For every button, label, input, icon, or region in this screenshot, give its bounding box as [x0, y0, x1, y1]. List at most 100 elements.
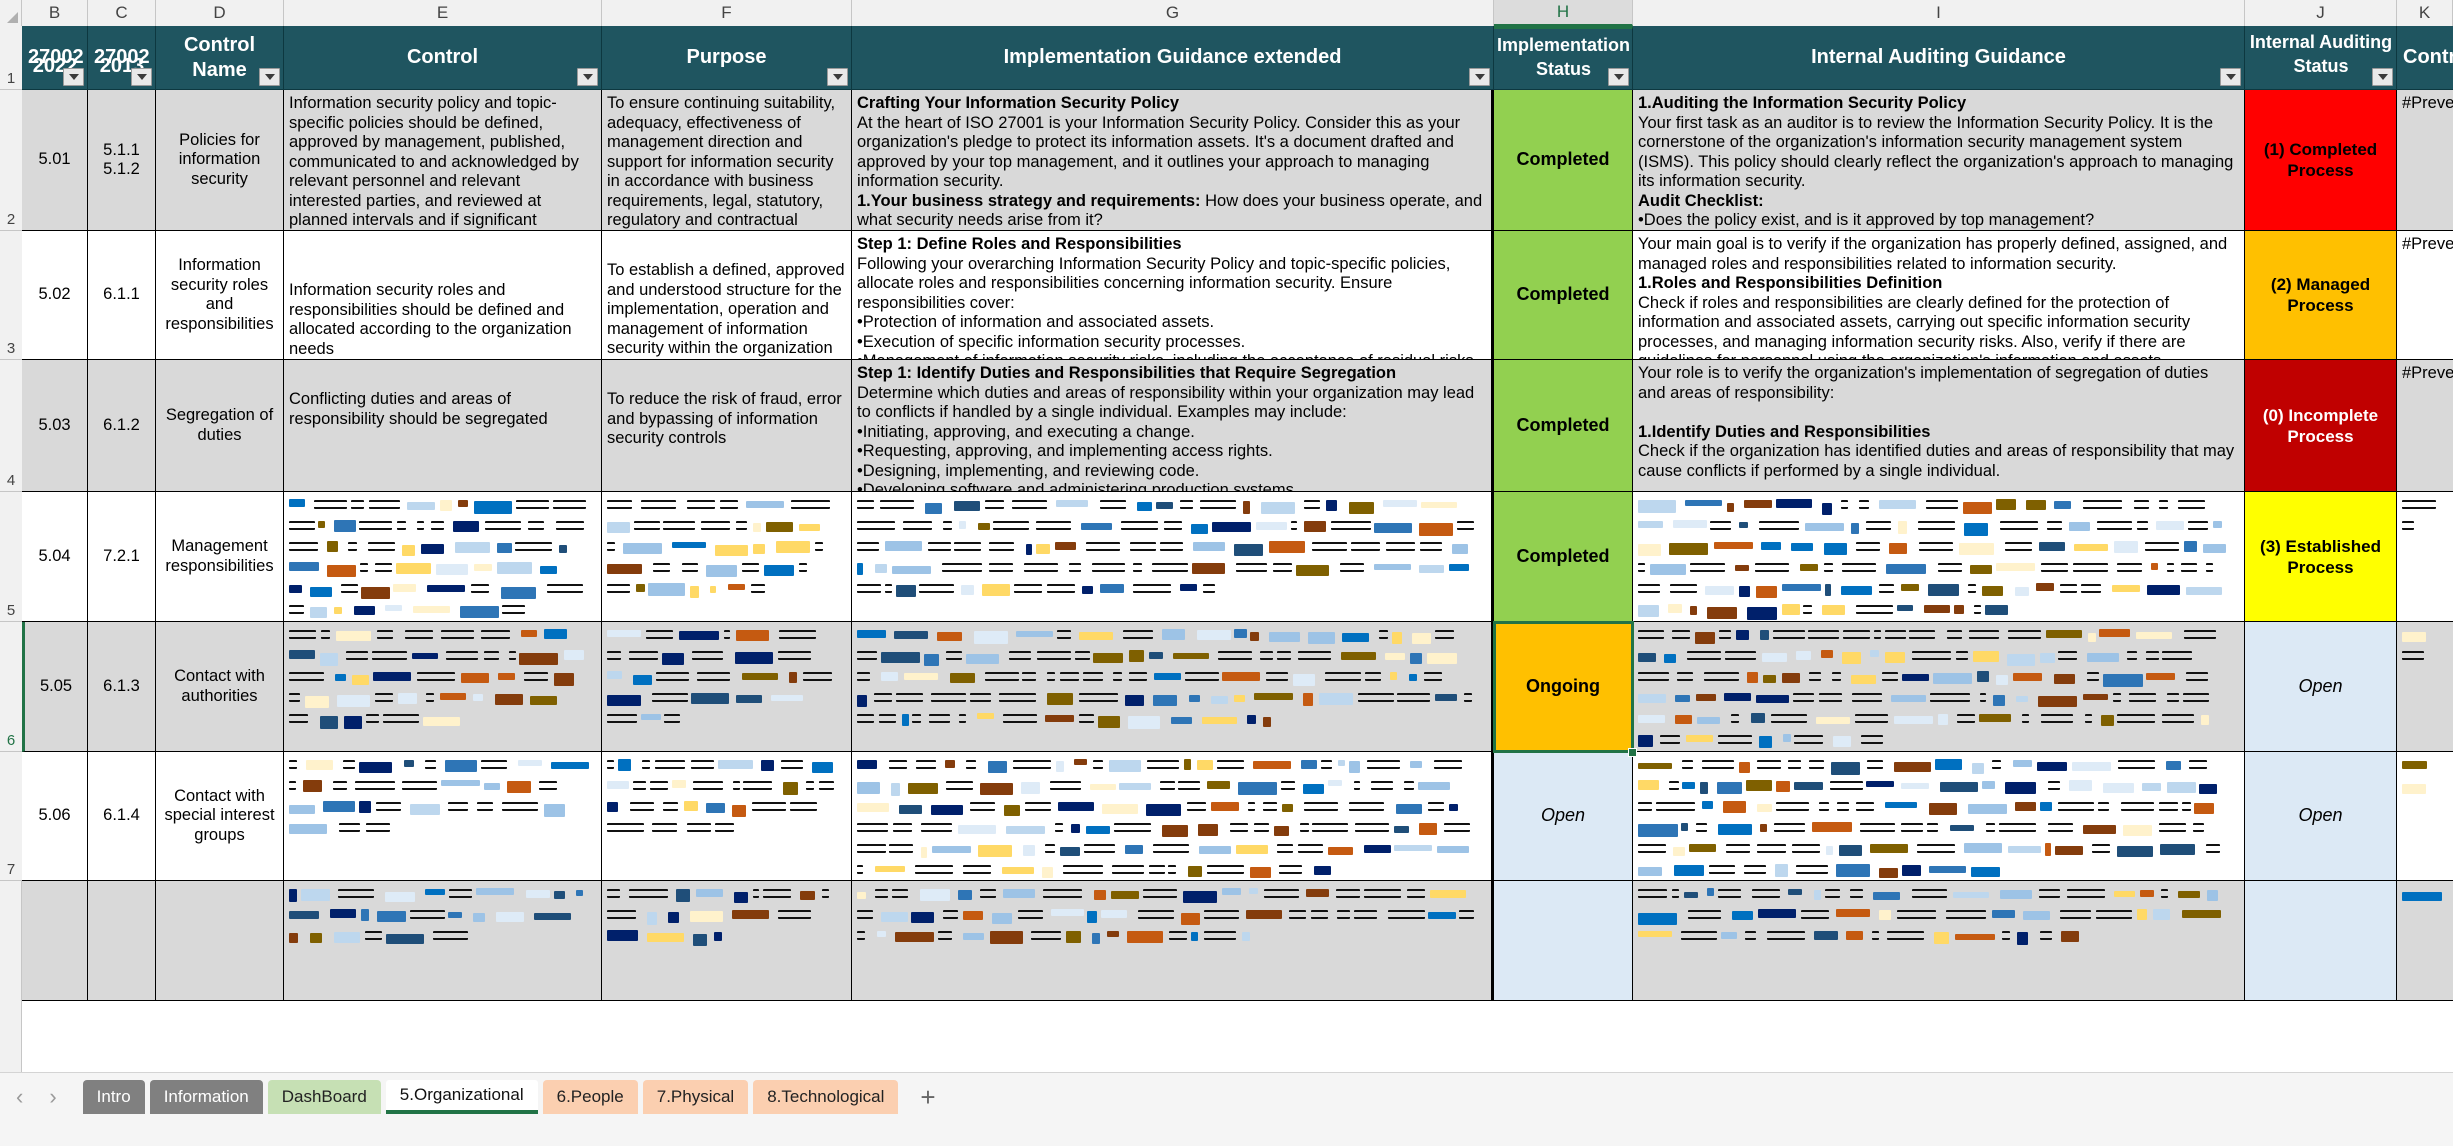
cell-e6-control[interactable] [284, 622, 602, 752]
cell-f2-purpose[interactable]: To ensure continuing suitability, adequa… [602, 90, 852, 231]
cell-d4-control-name[interactable]: Segregation of duties [156, 360, 284, 492]
column-header-h[interactable]: H [1494, 0, 1633, 26]
column-header-k[interactable]: K [2397, 0, 2453, 26]
cell-e7-control[interactable] [284, 752, 602, 881]
cell-b2-id2022[interactable]: 5.01 [22, 90, 88, 231]
cell-e2-control[interactable]: Information security policy and topic-sp… [284, 90, 602, 231]
cell-i2-audit-guidance[interactable]: 1.Auditing the Information Security Poli… [1633, 90, 2245, 231]
cell-e8-control[interactable] [284, 881, 602, 1001]
cell-k5-control-type[interactable] [2397, 492, 2453, 622]
cell-g2-guidance[interactable]: Crafting Your Information Security Polic… [852, 90, 1494, 231]
row-header-3[interactable]: 3 [0, 231, 22, 360]
column-header-e[interactable]: E [284, 0, 602, 26]
column-header-g[interactable]: G [852, 0, 1494, 26]
cell-j6-audit-status[interactable]: Open [2245, 622, 2397, 752]
filter-button-h[interactable] [1608, 68, 1629, 86]
cell-e5-control[interactable] [284, 492, 602, 622]
cell-h3-impl-status[interactable]: Completed [1494, 231, 1633, 360]
row-header-5[interactable]: 5 [0, 492, 22, 622]
cell-i8-audit-guidance[interactable] [1633, 881, 2245, 1001]
cell-k2-control-type[interactable]: #Preventive [2397, 90, 2453, 231]
cell-g3-guidance[interactable]: Step 1: Define Roles and Responsibilitie… [852, 231, 1494, 360]
filter-button-d[interactable] [259, 68, 280, 86]
sheet-tab-technological[interactable]: 8.Technological [753, 1080, 898, 1114]
cell-i4-audit-guidance[interactable]: Your role is to verify the organization'… [1633, 360, 2245, 492]
cell-j3-audit-status[interactable]: (2) Managed Process [2245, 231, 2397, 360]
cell-c4-id2013[interactable]: 6.1.2 [88, 360, 156, 492]
cell-d5-control-name[interactable]: Management responsibilities [156, 492, 284, 622]
filter-button-i[interactable] [2220, 68, 2241, 86]
sheet-tab-dashboard[interactable]: DashBoard [268, 1080, 381, 1114]
cell-f8-purpose[interactable] [602, 881, 852, 1001]
sheet-tab-information[interactable]: Information [150, 1080, 263, 1114]
cell-d6-control-name[interactable]: Contact with authorities [156, 622, 284, 752]
filter-button-g[interactable] [1469, 68, 1490, 86]
fill-handle[interactable] [1628, 748, 1637, 757]
add-sheet-button[interactable]: + [920, 1084, 935, 1110]
column-header-i[interactable]: I [1633, 0, 2245, 26]
cell-c5-id2013[interactable]: 7.2.1 [88, 492, 156, 622]
column-header-d[interactable]: D [156, 0, 284, 26]
cell-d7-control-name[interactable]: Contact with special interest groups [156, 752, 284, 881]
cell-b3-id2022[interactable]: 5.02 [22, 231, 88, 360]
filter-button-b[interactable] [63, 68, 84, 86]
cell-c6-id2013[interactable]: 6.1.3 [88, 622, 156, 752]
cell-b4-id2022[interactable]: 5.03 [22, 360, 88, 492]
cell-e4-control[interactable]: Conflicting duties and areas of responsi… [284, 360, 602, 492]
cell-k6-control-type[interactable] [2397, 622, 2453, 752]
cell-h4-impl-status[interactable]: Completed [1494, 360, 1633, 492]
cell-g7-guidance[interactable] [852, 752, 1494, 881]
cell-c8-id2013[interactable] [88, 881, 156, 1001]
next-sheet-arrow-icon[interactable]: › [49, 1086, 56, 1108]
cell-k8-control-type[interactable] [2397, 881, 2453, 1001]
prev-sheet-arrow-icon[interactable]: ‹ [16, 1086, 23, 1108]
cell-j2-audit-status[interactable]: (1) Completed Process [2245, 90, 2397, 231]
cell-b7-id2022[interactable]: 5.06 [22, 752, 88, 881]
cell-b8-id2022[interactable] [22, 881, 88, 1001]
cell-i6-audit-guidance[interactable] [1633, 622, 2245, 752]
cell-k7-control-type[interactable] [2397, 752, 2453, 881]
cell-d2-control-name[interactable]: Policies for information security [156, 90, 284, 231]
cell-f3-purpose[interactable]: To establish a defined, approved and und… [602, 231, 852, 360]
cell-j4-audit-status[interactable]: (0) Incomplete Process [2245, 360, 2397, 492]
sheet-tab-physical[interactable]: 7.Physical [643, 1080, 748, 1114]
cell-j8-audit-status[interactable] [2245, 881, 2397, 1001]
column-header-j[interactable]: J [2245, 0, 2397, 26]
sheet-tab-people[interactable]: 6.People [543, 1080, 638, 1114]
cell-h2-impl-status[interactable]: Completed [1494, 90, 1633, 231]
cell-i3-audit-guidance[interactable]: Your main goal is to verify if the organ… [1633, 231, 2245, 360]
cell-f5-purpose[interactable] [602, 492, 852, 622]
cell-c2-id2013[interactable]: 5.1.1 5.1.2 [88, 90, 156, 231]
cell-h8-impl-status[interactable] [1494, 881, 1633, 1001]
cell-j5-audit-status[interactable]: (3) Established Process [2245, 492, 2397, 622]
row-header-2[interactable]: 2 [0, 90, 22, 231]
sheet-tab-intro[interactable]: Intro [83, 1080, 145, 1114]
cell-c3-id2013[interactable]: 6.1.1 [88, 231, 156, 360]
row-header-6[interactable]: 6 [0, 622, 22, 752]
cell-h6-impl-status[interactable]: Ongoing [1494, 622, 1633, 752]
cell-b6-id2022[interactable]: 5.05 [22, 622, 88, 752]
select-all-corner[interactable] [0, 0, 22, 26]
cell-g5-guidance[interactable] [852, 492, 1494, 622]
filter-button-f[interactable] [827, 68, 848, 86]
cell-k3-control-type[interactable]: #Preventive [2397, 231, 2453, 360]
cell-b5-id2022[interactable]: 5.04 [22, 492, 88, 622]
cell-g6-guidance[interactable] [852, 622, 1494, 752]
cell-f4-purpose[interactable]: To reduce the risk of fraud, error and b… [602, 360, 852, 492]
cell-f7-purpose[interactable] [602, 752, 852, 881]
row-header-4[interactable]: 4 [0, 360, 22, 492]
cell-d3-control-name[interactable]: Information security roles and responsib… [156, 231, 284, 360]
cell-f6-purpose[interactable] [602, 622, 852, 752]
sheet-tab-organizational[interactable]: 5.Organizational [386, 1080, 538, 1114]
cell-d8-control-name[interactable] [156, 881, 284, 1001]
row-header-1[interactable]: 1 [0, 26, 22, 90]
worksheet-grid[interactable]: 27002 2022 27002 2013 Control Name Contr… [22, 26, 2453, 1092]
filter-button-c[interactable] [131, 68, 152, 86]
cell-e3-control[interactable]: Information security roles and responsib… [284, 231, 602, 360]
column-header-b[interactable]: B [22, 0, 88, 26]
cell-c7-id2013[interactable]: 6.1.4 [88, 752, 156, 881]
cell-h7-impl-status[interactable]: Open [1494, 752, 1633, 881]
cell-g8-guidance[interactable] [852, 881, 1494, 1001]
column-header-f[interactable]: F [602, 0, 852, 26]
filter-button-j[interactable] [2372, 68, 2393, 86]
